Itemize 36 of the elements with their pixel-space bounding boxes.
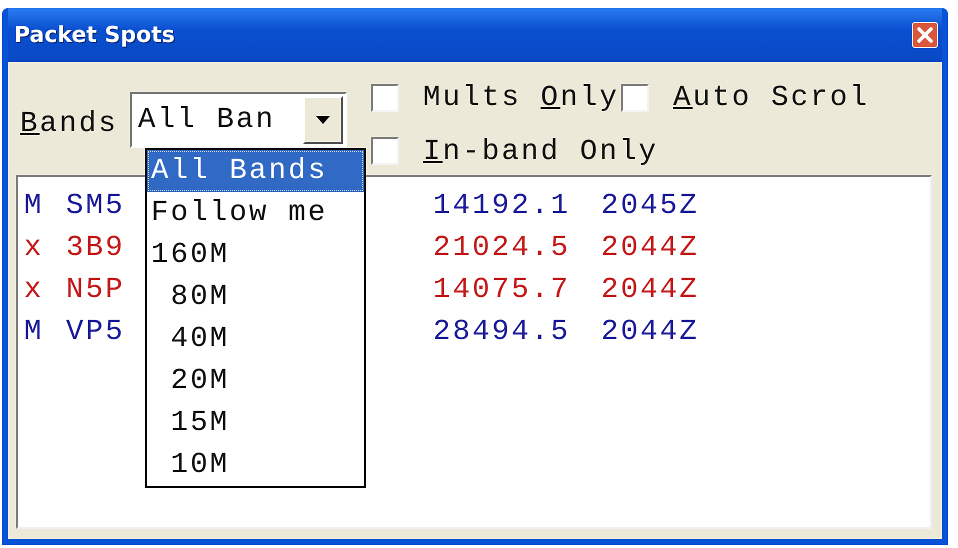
spot-type-label: x <box>24 230 45 266</box>
spot-type-label: M <box>24 188 45 224</box>
dropdown-option[interactable]: 160M <box>147 234 364 276</box>
dropdown-option[interactable]: Follow me <box>147 192 364 234</box>
dropdown-option[interactable]: 80M <box>147 276 364 318</box>
spot-type-label: M <box>24 314 45 350</box>
spot-type-label: x <box>24 272 45 308</box>
dropdown-option[interactable]: 10M <box>147 444 364 486</box>
close-button[interactable] <box>912 22 938 48</box>
dropdown-option[interactable]: 15M <box>147 402 364 444</box>
spot-callsign: N5P <box>66 273 125 306</box>
spot-time: 2044Z <box>601 230 700 266</box>
spot-frequency: 28494.5 <box>433 314 572 350</box>
caret-icon <box>316 116 330 124</box>
bands-dropdown[interactable]: All Ban <box>130 92 348 148</box>
spot-callsign: SM5 <box>66 189 125 222</box>
checkbox-label: Auto Scrol <box>673 80 870 116</box>
checkbox[interactable] <box>371 137 400 166</box>
spot-frequency: 14075.7 <box>433 272 572 308</box>
dropdown-button[interactable] <box>303 96 344 144</box>
spot-time: 2044Z <box>601 272 700 308</box>
spot-time: 2045Z <box>601 188 700 224</box>
spot-frequency: 14192.1 <box>433 188 572 224</box>
spot-callsign: VP5 <box>66 315 125 348</box>
dropdown-option[interactable]: 20M <box>147 360 364 402</box>
checkbox-label: I n-band Only <box>423 134 658 170</box>
dropdown-option[interactable]: All Bands <box>147 150 364 192</box>
checkbox-label: Mults O nly <box>423 80 620 116</box>
dropdown-option[interactable]: 40M <box>147 318 364 360</box>
checkbox[interactable] <box>371 84 400 112</box>
checkbox[interactable] <box>621 84 650 112</box>
spot-time: 2044Z <box>601 314 700 350</box>
bands-label: Bands <box>20 106 118 142</box>
spot-frequency: 21024.5 <box>433 230 572 266</box>
window-title: Packet Spots <box>14 22 175 50</box>
spot-callsign: 3B9 <box>66 231 125 264</box>
